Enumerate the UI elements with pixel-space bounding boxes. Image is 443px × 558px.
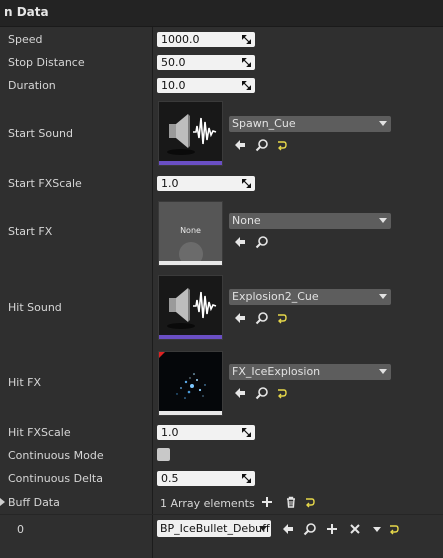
- drag-handle-icon[interactable]: [242, 179, 251, 188]
- sound-thumbnail[interactable]: [158, 101, 223, 166]
- asset-type-bar: [159, 261, 222, 265]
- magnifier-icon[interactable]: [303, 522, 317, 536]
- magnifier-icon[interactable]: [255, 311, 269, 325]
- continuous-mode-label: Continuous Mode: [8, 449, 104, 462]
- arrow-left-icon[interactable]: [233, 311, 247, 325]
- continuous-delta-value: 0.5: [161, 472, 179, 485]
- speaker-wave-icon: [159, 102, 222, 161]
- drag-handle-icon[interactable]: [242, 81, 251, 90]
- start-sound-label: Start Sound: [8, 127, 74, 140]
- caret-down-icon[interactable]: [370, 522, 384, 536]
- empty-thumbnail-text: None: [180, 226, 201, 235]
- arrow-left-icon[interactable]: [281, 522, 295, 536]
- stop-distance-field[interactable]: 50.0: [157, 55, 255, 70]
- fx-thumbnail[interactable]: [158, 351, 223, 416]
- hit-fx-asset-picker[interactable]: FX_IceExplosion: [229, 364, 391, 380]
- chevron-down-icon: [379, 218, 387, 223]
- continuous-delta-label: Continuous Delta: [8, 472, 103, 485]
- chevron-down-icon: [379, 294, 387, 299]
- duration-field[interactable]: 10.0: [157, 78, 255, 93]
- chevron-down-icon: [379, 369, 387, 374]
- start-sound-asset-picker[interactable]: Spawn_Cue: [229, 116, 391, 132]
- arrow-left-icon[interactable]: [233, 235, 247, 249]
- magnifier-icon[interactable]: [255, 386, 269, 400]
- section-header[interactable]: n Data: [0, 0, 443, 27]
- drag-handle-icon[interactable]: [242, 428, 251, 437]
- arrow-left-icon[interactable]: [233, 138, 247, 152]
- duration-value: 10.0: [161, 79, 186, 92]
- speaker-wave-icon: [159, 276, 222, 335]
- reset-arrow-icon[interactable]: [275, 138, 289, 152]
- buff-class-name: BP_IceBullet_Debuff: [160, 522, 270, 535]
- drag-handle-icon[interactable]: [242, 35, 251, 44]
- sound-thumbnail[interactable]: [158, 275, 223, 340]
- start-fx-scale-label: Start FXScale: [8, 177, 82, 190]
- chevron-down-icon: [379, 121, 387, 126]
- particle-burst-icon: [159, 352, 222, 411]
- drag-handle-icon[interactable]: [242, 474, 251, 483]
- magnifier-icon[interactable]: [255, 235, 269, 249]
- reset-arrow-icon[interactable]: [303, 495, 317, 509]
- start-sound-asset-name: Spawn_Cue: [232, 117, 296, 130]
- asset-type-bar: [159, 335, 222, 339]
- plus-icon[interactable]: [325, 522, 339, 536]
- start-fx-scale-value: 1.0: [161, 177, 179, 190]
- start-fx-scale-field[interactable]: 1.0: [157, 176, 255, 191]
- reset-arrow-icon[interactable]: [275, 386, 289, 400]
- continuous-delta-field[interactable]: 0.5: [157, 471, 255, 486]
- start-fx-asset-picker[interactable]: None: [229, 213, 391, 229]
- plus-icon[interactable]: [260, 495, 274, 509]
- speed-field[interactable]: 1000.0: [157, 32, 255, 47]
- column-divider: [152, 0, 153, 558]
- speed-label: Speed: [8, 33, 43, 46]
- hit-fx-scale-value: 1.0: [161, 426, 179, 439]
- stop-distance-value: 50.0: [161, 56, 186, 69]
- chevron-down-icon: [259, 526, 267, 531]
- arrow-left-icon[interactable]: [233, 386, 247, 400]
- reset-arrow-icon[interactable]: [387, 522, 401, 536]
- buff-class-picker[interactable]: BP_IceBullet_Debuff: [157, 520, 271, 537]
- hit-fx-scale-field[interactable]: 1.0: [157, 425, 255, 440]
- stop-distance-label: Stop Distance: [8, 56, 85, 69]
- hit-sound-asset-picker[interactable]: Explosion2_Cue: [229, 289, 391, 305]
- expand-arrow-icon[interactable]: [0, 498, 5, 506]
- hit-sound-asset-name: Explosion2_Cue: [232, 290, 319, 303]
- magnifier-icon[interactable]: [255, 138, 269, 152]
- asset-type-bar: [159, 161, 222, 165]
- section-title: n Data: [4, 5, 49, 19]
- array-index-label: 0: [17, 523, 24, 536]
- trash-icon[interactable]: [284, 495, 298, 509]
- reset-arrow-icon[interactable]: [275, 311, 289, 325]
- drag-handle-icon[interactable]: [242, 58, 251, 67]
- asset-type-bar: [159, 411, 222, 415]
- start-fx-asset-name: None: [232, 214, 261, 227]
- hit-sound-label: Hit Sound: [8, 301, 62, 314]
- x-icon[interactable]: [348, 522, 362, 536]
- start-fx-label: Start FX: [8, 225, 53, 238]
- hit-fx-asset-name: FX_IceExplosion: [232, 365, 321, 378]
- hit-fx-scale-label: Hit FXScale: [8, 426, 71, 439]
- hit-fx-label: Hit FX: [8, 376, 41, 389]
- empty-thumbnail[interactable]: None: [158, 201, 223, 266]
- array-count-text: 1 Array elements: [160, 497, 255, 510]
- speed-value: 1000.0: [161, 33, 200, 46]
- buff-data-label: Buff Data: [8, 496, 60, 509]
- row-separator: [0, 514, 443, 515]
- continuous-mode-checkbox[interactable]: [157, 448, 170, 461]
- duration-label: Duration: [8, 79, 56, 92]
